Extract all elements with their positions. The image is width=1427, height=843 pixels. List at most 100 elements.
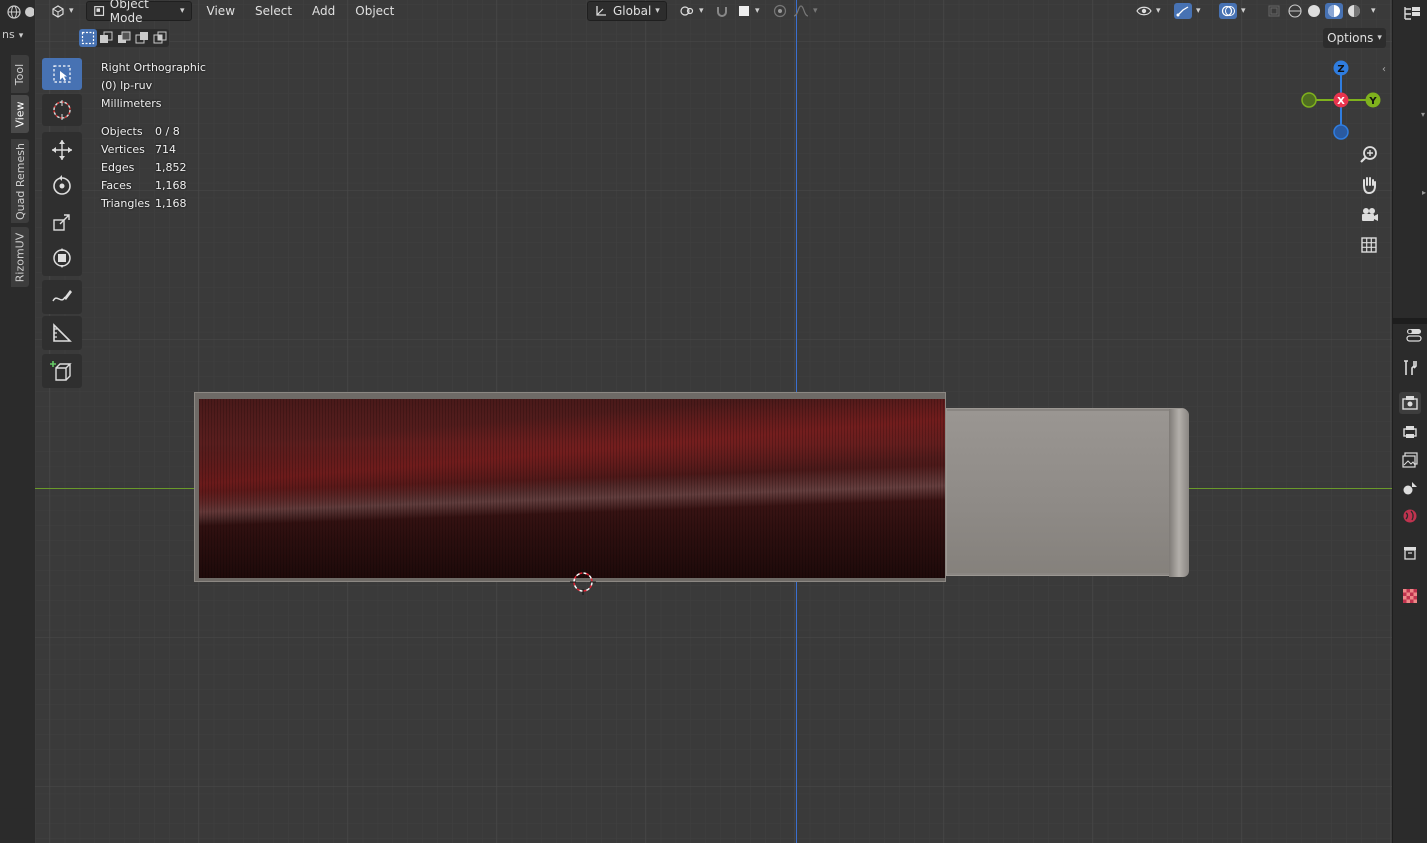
output-properties-tab[interactable]	[1399, 421, 1421, 443]
outliner-editor-button[interactable]	[1401, 2, 1423, 24]
select-invert-button[interactable]	[133, 29, 151, 47]
image-stack-icon	[1402, 452, 1418, 468]
select-extend-button[interactable]	[97, 29, 115, 47]
move-arrows-icon	[52, 140, 72, 160]
camera-view-button[interactable]	[1355, 202, 1383, 228]
gizmo-toggle[interactable]: ▾	[1168, 1, 1207, 21]
world-properties-tab[interactable]	[1399, 505, 1421, 527]
right-editor-strip: ▾ ▸	[1392, 0, 1427, 843]
view-layer-properties-tab[interactable]	[1399, 449, 1421, 471]
stat-label: Vertices	[101, 143, 145, 156]
pivot-point-dropdown[interactable]: ▾	[673, 1, 710, 21]
select-intersect-button[interactable]	[151, 29, 169, 47]
select-extend-icon	[100, 31, 113, 43]
editor-type-button[interactable]	[2, 2, 35, 22]
add-cube-tool[interactable]	[42, 354, 82, 388]
xray-icon	[1268, 5, 1280, 17]
collection-properties-tab[interactable]	[1399, 542, 1421, 564]
shading-modes: ▾	[1285, 1, 1378, 21]
stat-label: Objects	[101, 125, 143, 138]
zoom-button[interactable]	[1355, 142, 1383, 168]
chevron-down-icon: ▾	[699, 6, 704, 16]
rotate-icon	[53, 175, 71, 195]
blender-window: ns ▾ Tool View Quad Remesh RizomUV ▾ Obje…	[0, 0, 1427, 843]
properties-editor-button[interactable]	[1403, 324, 1425, 346]
add-cube-icon	[50, 361, 72, 381]
gizmo-icon	[1174, 3, 1192, 19]
xray-toggle[interactable]	[1261, 1, 1287, 21]
select-new-button[interactable]	[79, 29, 97, 47]
menu-add[interactable]: Add	[305, 4, 342, 18]
orientation-axes-icon	[596, 6, 606, 16]
navigation-gizmo[interactable]: Z Y X	[1296, 56, 1386, 146]
annotate-tool[interactable]	[42, 280, 82, 314]
chevron-left-icon[interactable]: ‹	[1382, 64, 1386, 75]
mesh-object[interactable]	[194, 392, 1189, 582]
options-dropdown[interactable]: Options ▾	[1323, 28, 1386, 48]
orientation-label: Global	[613, 4, 652, 18]
object-mode-dropdown[interactable]: Object Mode ▾	[85, 0, 192, 25]
snap-target-dropdown[interactable]: ▾	[731, 1, 766, 21]
eye-icon	[1136, 6, 1152, 16]
select-box-tool[interactable]	[42, 58, 82, 90]
measure-tool[interactable]	[42, 316, 82, 350]
camera-icon	[1362, 208, 1378, 221]
scene-properties-tab[interactable]	[1399, 477, 1421, 499]
stat-label: Edges	[101, 161, 135, 174]
falloff-dropdown[interactable]: ▾	[787, 1, 824, 21]
wrench-screwdriver-icon	[1404, 360, 1417, 375]
hand-icon	[1363, 177, 1376, 195]
tab-quad-remesh[interactable]: Quad Remesh	[11, 139, 29, 223]
menu-view[interactable]: View	[200, 4, 242, 18]
tool-properties-tab[interactable]	[1399, 357, 1421, 379]
selection-mode-buttons	[79, 29, 169, 47]
transform-tool[interactable]	[42, 240, 82, 276]
tab-rizomuv[interactable]: RizomUV	[11, 227, 29, 287]
left-dropdown[interactable]: ns ▾	[0, 28, 28, 46]
render-properties-tab[interactable]	[1399, 392, 1421, 414]
pivot-link-icon	[680, 6, 694, 16]
chevron-down-icon: ▾	[1371, 6, 1376, 16]
transform-orientation-dropdown[interactable]: Global ▾	[587, 1, 667, 21]
caret-down-icon: ▾	[1421, 110, 1426, 119]
select-invert-icon	[135, 32, 148, 44]
stat-row-faces: Faces 1,168	[101, 177, 187, 195]
select-subtract-icon	[118, 31, 131, 43]
metal-collar	[946, 408, 1189, 577]
globe-icon	[7, 5, 35, 19]
object-mode-icon	[93, 6, 104, 16]
stat-label: Triangles	[101, 197, 150, 210]
render-camera-back-icon	[1402, 396, 1418, 410]
world-globe-icon	[1403, 509, 1417, 523]
shading-mode-icons	[1288, 3, 1360, 19]
unit-system: Millimeters	[101, 97, 162, 110]
pan-button[interactable]	[1355, 172, 1383, 198]
collar-face	[947, 411, 1169, 573]
select-subtract-button[interactable]	[115, 29, 133, 47]
move-tool[interactable]	[42, 132, 82, 168]
3d-cursor-icon[interactable]	[570, 569, 596, 595]
editor-menu-button[interactable]: ▾	[45, 1, 80, 21]
chevron-down-icon: ▾	[655, 6, 660, 16]
cursor-icon	[53, 100, 71, 120]
stat-row-vertices: Vertices 714	[101, 141, 187, 159]
chevron-down-icon: ▾	[69, 6, 74, 16]
perspective-toggle-button[interactable]	[1355, 232, 1383, 258]
cursor-tool[interactable]	[42, 94, 82, 126]
menu-object[interactable]: Object	[348, 4, 401, 18]
tab-view[interactable]: View	[11, 95, 29, 133]
rotate-tool[interactable]	[42, 168, 82, 204]
select-box-icon	[53, 65, 71, 83]
caret-right-icon: ▸	[1422, 188, 1427, 197]
overlays-toggle[interactable]: ▾	[1213, 1, 1252, 21]
overlays-icon	[1219, 3, 1237, 19]
scale-tool[interactable]	[42, 204, 82, 240]
tab-quad-remesh-label: Quad Remesh	[13, 142, 27, 220]
texture-properties-tab[interactable]	[1399, 585, 1421, 607]
tab-tool-label: Tool	[13, 63, 27, 85]
printer-icon	[1403, 426, 1417, 438]
menu-select[interactable]: Select	[248, 4, 299, 18]
collar-lip	[1169, 409, 1189, 577]
visibility-dropdown[interactable]: ▾	[1130, 1, 1167, 21]
tab-tool[interactable]: Tool	[11, 55, 29, 93]
